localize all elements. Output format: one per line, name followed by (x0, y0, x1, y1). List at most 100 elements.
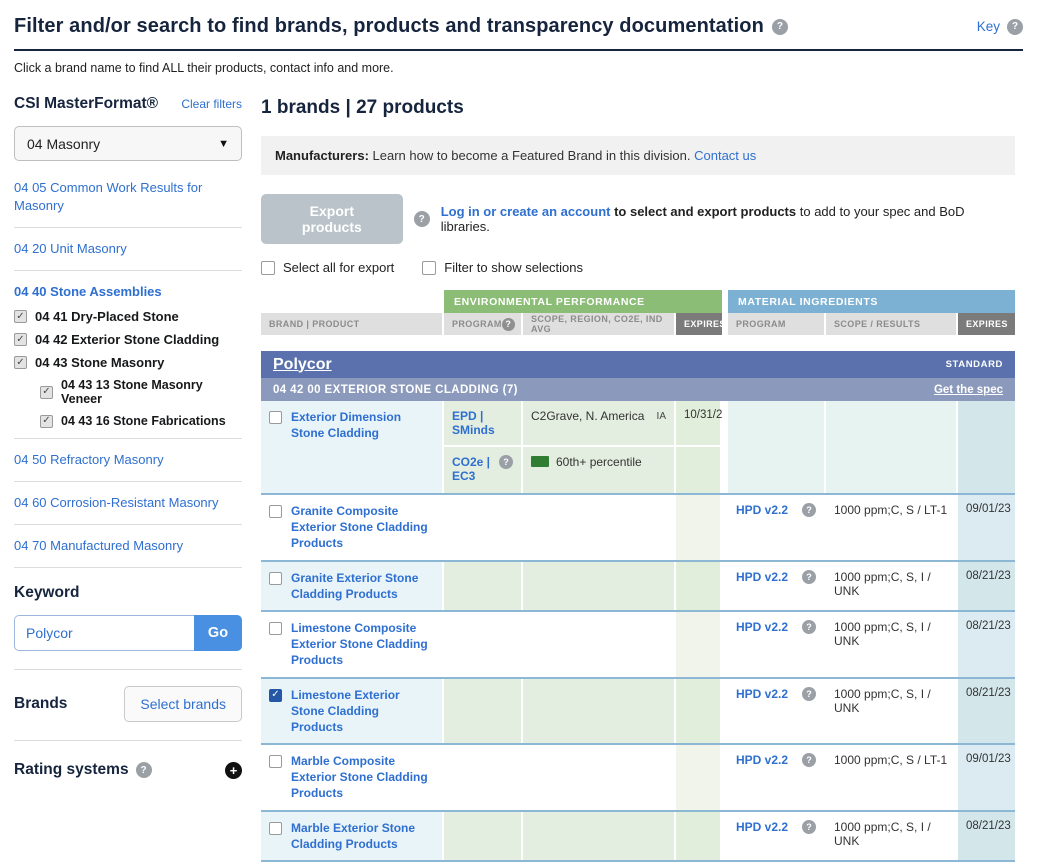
env-program-link[interactable]: EPD | SMinds (452, 409, 513, 437)
go-button[interactable]: Go (194, 615, 242, 651)
product-link[interactable]: Exterior Dimension Stone Cladding (291, 409, 434, 441)
rating-systems-expand-icon[interactable]: + (225, 762, 242, 779)
select-all-checkbox[interactable] (261, 261, 275, 275)
table-row: Marble Composite Exterior Stone Cladding… (261, 745, 1015, 812)
sidebar-category-link-active[interactable]: 04 40 Stone Assemblies (14, 284, 162, 299)
material-ingredients-header: MATERIAL INGREDIENTS (728, 290, 1015, 313)
product-link[interactable]: Granite Composite Exterior Stone Claddin… (291, 503, 434, 552)
program-help-icon[interactable]: ? (502, 318, 515, 331)
env-scope-cell (523, 679, 676, 744)
table-row: Granite Exterior Stone Cladding Products… (261, 562, 1015, 612)
sidebar-category-link[interactable]: 04 05 Common Work Results for Masonry (14, 180, 202, 213)
table-group-header: ENVIRONMENTAL PERFORMANCE MATERIAL INGRE… (261, 290, 1015, 313)
product-link[interactable]: Granite Exterior Stone Cladding Products (291, 570, 434, 602)
col-mat-expires: EXPIRES (958, 313, 1015, 335)
product-link[interactable]: Limestone Composite Exterior Stone Cladd… (291, 620, 434, 669)
mat-program-link[interactable]: HPD v2.2 (736, 503, 788, 517)
hpd-help-icon[interactable]: ? (802, 687, 816, 701)
hpd-help-icon[interactable]: ? (802, 620, 816, 634)
rating-systems-label: Rating systems (14, 761, 129, 779)
brands-label: Brands (14, 695, 67, 713)
product-export-checkbox[interactable] (269, 622, 282, 635)
mat-program-link[interactable]: HPD v2.2 (736, 620, 788, 634)
subcategory-checkbox[interactable]: ✓ (14, 333, 27, 346)
subcategory-label: 04 43 Stone Masonry (35, 355, 164, 370)
mat-program-cell (728, 401, 826, 493)
selection-options-row: Select all for export Filter to show sel… (261, 260, 1015, 275)
product-export-checkbox[interactable] (269, 755, 282, 768)
keyword-input[interactable] (14, 615, 194, 651)
table-row: Limestone Composite Exterior Stone Cladd… (261, 612, 1015, 679)
product-link[interactable]: Marble Composite Exterior Stone Cladding… (291, 753, 434, 802)
sidebar-category-link[interactable]: 04 20 Unit Masonry (14, 241, 127, 256)
mat-expires-cell: 08/21/23 (958, 812, 1015, 860)
rating-systems-help-icon[interactable]: ? (136, 762, 152, 778)
mat-program-link[interactable]: HPD v2.2 (736, 687, 788, 701)
csi-category-list: 04 05 Common Work Results for Masonry 04 … (14, 167, 242, 568)
brand-header-bar: Polycor STANDARD (261, 351, 1015, 378)
brand-link[interactable]: Polycor (273, 356, 332, 374)
filter-selections-checkbox[interactable] (422, 261, 436, 275)
get-the-spec-link[interactable]: Get the spec (934, 384, 1003, 396)
mat-program-link[interactable]: HPD v2.2 (736, 570, 788, 584)
login-link[interactable]: Log in or create an account (441, 204, 611, 219)
mat-expires-cell: 09/01/23 (958, 745, 1015, 810)
hpd-help-icon[interactable]: ? (802, 570, 816, 584)
division-select-value: 04 Masonry (27, 136, 100, 152)
title-help-icon[interactable]: ? (772, 19, 788, 35)
export-bold-text: to select and export products (610, 204, 796, 219)
subcategory-checkbox[interactable]: ✓ (40, 415, 53, 428)
col-brand-product: BRAND | PRODUCT (261, 313, 444, 335)
hpd-help-icon[interactable]: ? (802, 753, 816, 767)
product-export-checkbox[interactable] (269, 411, 282, 424)
env-program-cell (444, 812, 523, 860)
sidebar-category-row: 04 60 Corrosion-Resistant Masonry (14, 482, 242, 525)
env-scope-cell (523, 812, 676, 860)
product-rows: Exterior Dimension Stone Cladding EPD | S… (261, 401, 1015, 862)
export-help-icon[interactable]: ? (414, 211, 430, 227)
program-help-icon[interactable]: ? (499, 455, 513, 469)
sidebar-subcategory-row: ✓ 04 41 Dry-Placed Stone (14, 309, 242, 324)
sidebar-category-link[interactable]: 04 50 Refractory Masonry (14, 452, 164, 467)
mat-scope-cell: 1000 ppm;C, S, I / UNK (826, 562, 958, 610)
product-export-checkbox[interactable] (269, 572, 282, 585)
subcategory-label: 04 41 Dry-Placed Stone (35, 309, 179, 324)
mat-program-cell: HPD v2.2? (728, 812, 826, 860)
env-program-link[interactable]: CO2e | EC3 (452, 455, 495, 483)
sidebar-category-link[interactable]: 04 60 Corrosion-Resistant Masonry (14, 495, 218, 510)
key-help-icon[interactable]: ? (1007, 19, 1023, 35)
mat-program-cell: HPD v2.2? (728, 612, 826, 677)
results-count: 1 brands | 27 products (261, 97, 1015, 119)
col-env-program: PROGRAM? (444, 313, 523, 335)
sidebar-category-group: 04 40 Stone Assemblies ✓ 04 41 Dry-Placed … (14, 271, 242, 439)
mat-scope-cell: 1000 ppm;C, S / LT-1 (826, 495, 958, 560)
mat-scope-cell: 1000 ppm;C, S, I / UNK (826, 679, 958, 744)
product-export-checkbox[interactable] (269, 822, 282, 835)
mat-program-cell: HPD v2.2? (728, 562, 826, 610)
select-brands-button[interactable]: Select brands (124, 686, 242, 722)
hpd-help-icon[interactable]: ? (802, 820, 816, 834)
mat-expires-cell: 08/21/23 (958, 679, 1015, 744)
division-select[interactable]: 04 Masonry ▼ (14, 126, 242, 161)
mat-program-link[interactable]: HPD v2.2 (736, 753, 788, 767)
product-link[interactable]: Limestone Exterior Stone Cladding Produc… (291, 687, 434, 736)
subcategory-label: 04 43 16 Stone Fabrications (61, 414, 226, 428)
mat-expires-cell: 08/21/23 (958, 562, 1015, 610)
subcategory-checkbox[interactable]: ✓ (14, 356, 27, 369)
contact-us-link[interactable]: Contact us (694, 148, 756, 163)
product-export-checkbox[interactable] (269, 505, 282, 518)
export-products-button[interactable]: Export products (261, 194, 403, 244)
hpd-help-icon[interactable]: ? (802, 503, 816, 517)
clear-filters-link[interactable]: Clear filters (181, 97, 242, 111)
sidebar-category-link[interactable]: 04 70 Manufactured Masonry (14, 538, 183, 553)
env-scope-subcell: 60th+ percentile (523, 447, 674, 493)
mat-program-link[interactable]: HPD v2.2 (736, 820, 788, 834)
subcategory-checkbox[interactable]: ✓ (14, 310, 27, 323)
key-link[interactable]: Key (977, 19, 1000, 34)
subcategory-checkbox[interactable]: ✓ (40, 386, 53, 399)
product-link[interactable]: Marble Exterior Stone Cladding Products (291, 820, 434, 852)
sidebar-subcategory-row: ✓ 04 43 16 Stone Fabrications (40, 414, 242, 428)
mat-expires-cell: 09/01/23 (958, 495, 1015, 560)
env-expires-cell: 10/31/27 (676, 401, 722, 493)
mat-program-cell: HPD v2.2? (728, 745, 826, 810)
